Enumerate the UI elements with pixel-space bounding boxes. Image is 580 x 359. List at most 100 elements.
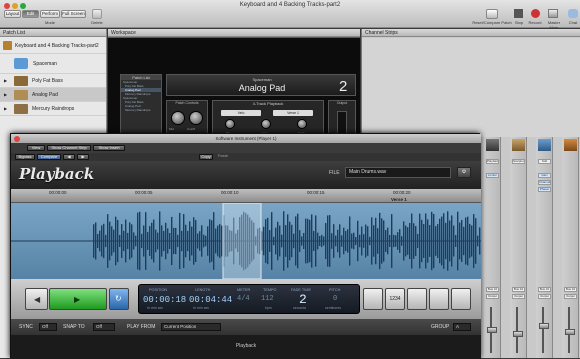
file-name-field[interactable]: Main Drums.wav xyxy=(345,167,451,178)
curb-knob[interactable] xyxy=(297,119,307,129)
waveform-bar xyxy=(369,236,371,246)
waveform-bar xyxy=(127,232,129,250)
patch-row-selected[interactable]: ▶ Analog Pad xyxy=(0,88,106,102)
edit-mode-button[interactable]: Edit xyxy=(22,10,39,18)
mini-patch-list[interactable]: Patch List Spaceman Poly Fat Bass Analog… xyxy=(120,74,162,138)
close-plugin-button[interactable] xyxy=(14,135,20,142)
position-value: 00:00:18 xyxy=(143,295,187,305)
layout-button[interactable]: Layout xyxy=(4,10,21,18)
loop-button[interactable]: ↻ xyxy=(109,288,129,310)
stop-icon[interactable] xyxy=(514,9,523,18)
waveform-bar xyxy=(349,216,351,266)
play-button[interactable]: ▶ xyxy=(49,288,107,310)
numbers-button[interactable]: 1234 xyxy=(385,288,405,310)
marker-down-button[interactable] xyxy=(429,288,449,310)
snap-to-dropdown[interactable]: Off xyxy=(93,323,115,331)
bypass-button[interactable]: Bypass xyxy=(15,154,35,160)
patch-disclosure-icon: ▶ xyxy=(4,78,8,83)
view-menu[interactable]: View xyxy=(27,145,45,151)
insert-slot[interactable]: Channel EQ xyxy=(538,180,551,185)
insert-slot[interactable]: Limiter xyxy=(486,173,499,178)
plugin-header-bar: View Show Channel Strip Show Insert xyxy=(11,143,481,153)
velocity-selector[interactable]: Velo xyxy=(221,110,261,116)
volume-fader-handle[interactable] xyxy=(565,329,575,335)
volume-fader-handle[interactable] xyxy=(487,327,497,333)
output-slot[interactable]: Output 1-2 xyxy=(564,294,577,299)
inst-knob[interactable] xyxy=(261,119,271,129)
waveform-bar xyxy=(341,235,343,247)
fade-in-button[interactable] xyxy=(363,288,383,310)
waveform-bar xyxy=(119,235,121,247)
file-gear-icon[interactable]: ⚙ xyxy=(457,167,471,178)
waveform-bar xyxy=(351,233,353,249)
waveform-bar xyxy=(439,218,441,264)
waveform-bar xyxy=(325,223,327,259)
bus-slot[interactable]: Bus 10 xyxy=(564,287,577,292)
perform-mode-button[interactable]: Perform xyxy=(40,10,60,18)
waveform-bar xyxy=(117,219,119,263)
show-channel-strip-button[interactable]: Show Channel Strip xyxy=(47,145,91,151)
delete-button[interactable] xyxy=(92,9,102,19)
output-slot[interactable]: Output 1-2 xyxy=(538,294,551,299)
sync-dropdown[interactable]: Off xyxy=(39,323,57,331)
waveform-bar xyxy=(275,227,277,255)
group-dropdown[interactable]: A xyxy=(453,323,471,331)
chat-icon[interactable] xyxy=(568,9,578,18)
stop-playback-button[interactable] xyxy=(451,288,471,310)
waveform-display[interactable] xyxy=(11,203,481,279)
paste-button[interactable]: Paste xyxy=(215,154,231,160)
concert-row[interactable]: Keyboard and 4 Backing Tracks-part2 xyxy=(0,38,106,54)
waveform-bar xyxy=(355,236,357,246)
patch-name: Analog Pad xyxy=(32,92,58,98)
channel-setting[interactable]: Soft Hall xyxy=(538,159,551,164)
volume-fader-handle[interactable] xyxy=(513,331,523,337)
compare-button[interactable]: Compare xyxy=(37,154,61,160)
channel-setting[interactable]: Sculpture xyxy=(512,159,525,164)
full-screen-mode-button[interactable]: Full Screen xyxy=(61,10,86,18)
patch-row[interactable]: ▶ Poly Fat Bass xyxy=(0,74,106,88)
volume-fader-handle[interactable] xyxy=(539,323,549,329)
master-mute-icon[interactable] xyxy=(548,9,558,18)
set-row[interactable]: Spaceman xyxy=(0,54,106,74)
waveform-bar xyxy=(431,211,433,271)
waveform-bar xyxy=(479,227,481,255)
reset-compare-patch-icon[interactable] xyxy=(486,9,498,19)
timeline-ruler[interactable]: 00:00:00 00:00:05 00:00:10 00:00:15 00:0… xyxy=(11,189,481,203)
output-slot[interactable]: Output 1-2 xyxy=(512,294,525,299)
bus-slot[interactable]: Bus 10 xyxy=(538,287,551,292)
waveform-bar xyxy=(93,224,95,258)
keyboard-thumbnail-icon xyxy=(14,104,28,114)
snap-to-label: SNAP TO xyxy=(63,324,85,330)
waveform-bar xyxy=(327,215,329,267)
waveform-bar xyxy=(157,232,159,250)
marker-selector[interactable]: Verse 1 xyxy=(273,110,313,116)
insert-slot[interactable]: Gain xyxy=(538,173,551,178)
channel-setting[interactable]: Playback xyxy=(486,159,499,164)
copy-button[interactable]: Copy xyxy=(199,154,213,160)
waveform-bar xyxy=(133,232,135,250)
settings-back-button[interactable]: ◀ xyxy=(63,154,75,160)
output-slot[interactable]: Output 1-2 xyxy=(486,294,499,299)
pre-knob[interactable] xyxy=(225,119,235,129)
waveform-bar xyxy=(211,220,213,262)
record-icon[interactable] xyxy=(531,9,540,18)
waveform-bar xyxy=(105,234,107,248)
bus-slot[interactable]: Bus 10 xyxy=(486,287,499,292)
waveform-bar xyxy=(347,229,349,253)
marker-up-button[interactable] xyxy=(407,288,427,310)
marker-label[interactable]: Verse 1 xyxy=(391,197,407,202)
mod-knob[interactable] xyxy=(171,111,185,125)
waveform-bar xyxy=(459,222,461,260)
waveform-bar xyxy=(191,226,193,256)
cutoff-knob[interactable] xyxy=(189,111,203,125)
waveform-bar xyxy=(363,234,365,248)
waveform-bar xyxy=(149,226,151,256)
insert-slot[interactable]: Phaser xyxy=(538,187,551,192)
bus-slot[interactable]: Bus 10 xyxy=(512,287,525,292)
patch-row[interactable]: ▶ Mercury Raindrops xyxy=(0,102,106,116)
settings-forward-button[interactable]: ▶ xyxy=(77,154,89,160)
show-insert-button[interactable]: Show Insert xyxy=(93,145,125,151)
instrument-thumbnail-icon xyxy=(512,139,525,151)
rewind-button[interactable]: ◀ xyxy=(25,288,48,310)
play-from-dropdown[interactable]: Current Position xyxy=(161,323,221,331)
